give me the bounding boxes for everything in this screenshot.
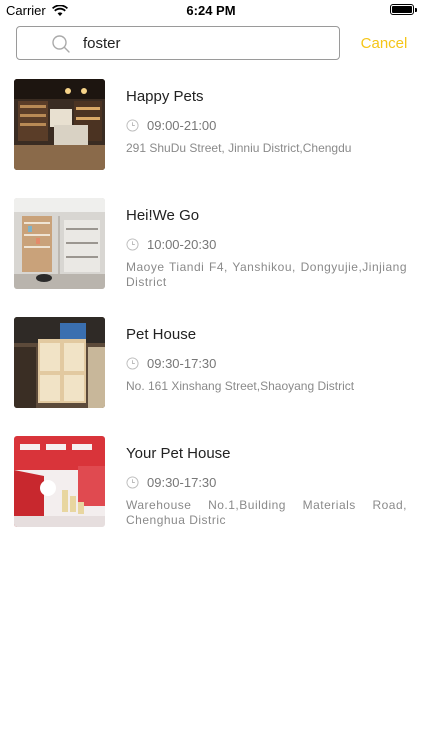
store-name: Your Pet House — [126, 445, 231, 462]
store-name: Happy Pets — [126, 88, 204, 105]
store-hours: 09:30-17:30 — [126, 475, 216, 490]
store-hours: 09:00-21:00 — [126, 118, 216, 133]
store-photo — [14, 198, 105, 289]
search-bar: Cancel — [0, 24, 422, 64]
clock-icon — [126, 238, 139, 251]
hours-text: 09:30-17:30 — [147, 475, 217, 490]
store-photo — [14, 436, 105, 527]
status-time: 6:24 PM — [186, 3, 236, 18]
search-input[interactable] — [83, 27, 333, 59]
store-hours: 10:00-20:30 — [126, 237, 216, 252]
store-list-item[interactable]: Pet House 09:30-17:30 No. 161 Xinshang S… — [0, 317, 422, 436]
store-address: Warehouse No.1,Building Materials Road, … — [126, 498, 407, 527]
store-list-item[interactable]: Happy Pets 09:00-21:00 291 ShuDu Street,… — [0, 79, 422, 198]
cancel-button[interactable]: Cancel — [354, 32, 414, 54]
store-address: Maoye Tiandi F4, Yanshikou, Dongyujie,Ji… — [126, 260, 407, 289]
store-photo — [14, 79, 105, 170]
store-address: 291 ShuDu Street, Jinniu District,Chengd… — [126, 141, 352, 155]
search-field-container[interactable] — [16, 26, 340, 60]
search-icon — [52, 35, 70, 53]
store-photo — [14, 317, 105, 408]
hours-text: 09:00-21:00 — [147, 118, 217, 133]
store-results-list: Happy Pets 09:00-21:00 291 ShuDu Street,… — [0, 79, 422, 555]
hours-text: 10:00-20:30 — [147, 237, 217, 252]
store-address: No. 161 Xinshang Street,Shaoyang Distric… — [126, 379, 355, 393]
clock-icon — [126, 476, 139, 489]
store-list-item[interactable]: Your Pet House 09:30-17:30 Warehouse No.… — [0, 436, 422, 555]
status-bar: Carrier 6:24 PM — [0, 0, 422, 22]
store-list-item[interactable]: Hei!We Go 10:00-20:30 Maoye Tiandi F4, Y… — [0, 198, 422, 317]
store-hours: 09:30-17:30 — [126, 356, 216, 371]
battery-icon — [390, 4, 417, 15]
hours-text: 09:30-17:30 — [147, 356, 217, 371]
clock-icon — [126, 357, 139, 370]
clock-icon — [126, 119, 139, 132]
store-name: Pet House — [126, 326, 197, 343]
store-name: Hei!We Go — [126, 207, 200, 224]
